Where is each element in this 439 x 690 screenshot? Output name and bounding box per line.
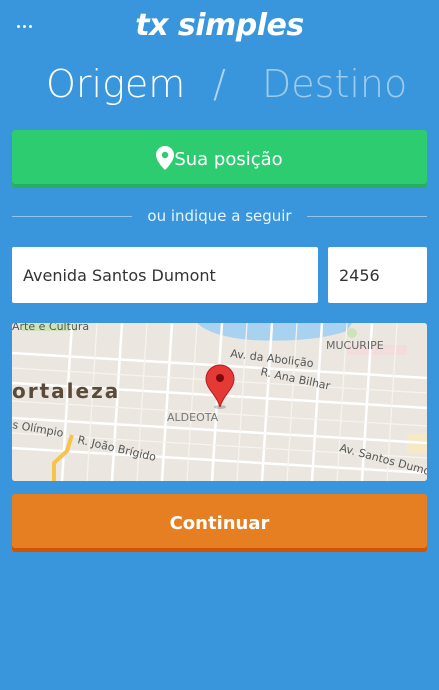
map-label-aldeota: ALDEOTA xyxy=(167,411,219,424)
tab-destino[interactable]: Destino xyxy=(262,62,407,106)
tab-origem[interactable]: Origem xyxy=(46,62,185,106)
map-label-arte: Arte e Cultura xyxy=(12,323,89,333)
origin-destination-tabs: Origem / Destino xyxy=(0,60,439,110)
app-logo: tx simples xyxy=(135,8,304,43)
divider-line xyxy=(306,215,427,217)
continue-button[interactable]: Continuar xyxy=(12,494,427,552)
divider-text: ou indique a seguir xyxy=(147,207,292,225)
tab-separator: / xyxy=(213,62,226,106)
street-input[interactable] xyxy=(12,247,318,303)
divider-line xyxy=(12,215,133,217)
map-canvas: Arte e Cultura Av. da Abolição MUCURIPE … xyxy=(12,323,427,481)
location-pin-icon xyxy=(156,146,175,170)
current-position-button[interactable]: Sua posição xyxy=(12,130,427,188)
map-view[interactable]: Arte e Cultura Av. da Abolição MUCURIPE … xyxy=(12,323,427,481)
map-label-fortaleza: ortaleza xyxy=(12,379,120,403)
map-label-mucuripe: MUCURIPE xyxy=(326,339,384,352)
current-position-label: Sua posição xyxy=(174,148,283,170)
number-input[interactable] xyxy=(328,247,427,303)
or-divider: ou indique a seguir xyxy=(12,205,427,227)
